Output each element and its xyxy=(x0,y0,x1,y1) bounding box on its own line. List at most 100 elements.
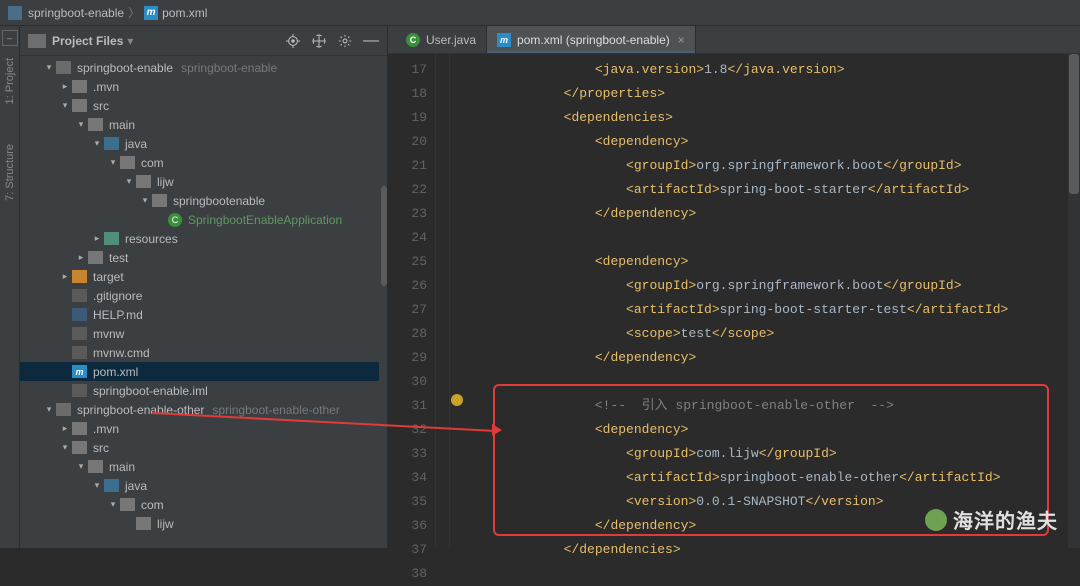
tree-node-label: mvnw.cmd xyxy=(93,346,150,360)
gear-icon[interactable] xyxy=(337,33,353,49)
folder-icon xyxy=(88,251,103,264)
tree-arrow-icon[interactable]: ▾ xyxy=(74,461,88,472)
tree-arrow-icon[interactable]: ▾ xyxy=(122,176,136,187)
tree-arrow-icon[interactable]: ▾ xyxy=(58,442,72,453)
code-line[interactable]: <dependency> xyxy=(470,250,1080,274)
tree-arrow-icon[interactable]: ▾ xyxy=(42,62,56,73)
intention-bulb-icon[interactable] xyxy=(451,394,463,406)
folder-icon xyxy=(152,194,167,207)
tree-node[interactable]: springboot-enable.iml xyxy=(20,381,387,400)
tree-scrollbar[interactable] xyxy=(381,186,387,286)
close-icon[interactable]: × xyxy=(678,33,685,47)
tree-node[interactable]: ▾ springbootenable xyxy=(20,191,387,210)
code-line[interactable]: <!-- 引入 springboot-enable-other --> xyxy=(470,394,1080,418)
tab-pom-xml[interactable]: m pom.xml (springboot-enable) × xyxy=(487,26,696,53)
editor-scrollbar[interactable] xyxy=(1068,54,1080,548)
code-line[interactable]: <artifactId>springboot-enable-other</art… xyxy=(470,466,1080,490)
tree-arrow-icon[interactable]: ▾ xyxy=(74,119,88,130)
tree-node[interactable]: mpom.xml xyxy=(20,362,387,381)
tree-node[interactable]: ▾main xyxy=(20,115,387,134)
code-line[interactable]: </dependency> xyxy=(470,346,1080,370)
folder-icon xyxy=(72,80,87,93)
toolwindow-structure-label[interactable]: 7: Structure xyxy=(4,144,16,201)
tree-node[interactable]: ▾main xyxy=(20,457,387,476)
tree-node[interactable]: ▾ lijw xyxy=(20,172,387,191)
fold-gutter[interactable] xyxy=(436,54,450,548)
tree-node[interactable]: ▾java xyxy=(20,476,387,495)
code-line[interactable] xyxy=(470,226,1080,250)
tree-node-label: lijw xyxy=(157,517,174,531)
tree-arrow-icon[interactable]: ▾ xyxy=(90,480,104,491)
code-line[interactable] xyxy=(470,370,1080,394)
tree-arrow-icon[interactable]: ▸ xyxy=(74,252,88,263)
code-editor[interactable]: 1718192021222324252627282930313233343536… xyxy=(388,54,1080,548)
tree-node[interactable]: ▾src xyxy=(20,438,387,457)
folder-icon xyxy=(72,346,87,359)
tree-node[interactable]: mvnw.cmd xyxy=(20,343,387,362)
code-line[interactable]: <scope>test</scope> xyxy=(470,322,1080,346)
code-body[interactable]: <java.version>1.8</java.version> </prope… xyxy=(464,54,1080,548)
folder-icon xyxy=(72,99,87,112)
tree-node[interactable]: HELP.md xyxy=(20,305,387,324)
tree-node[interactable]: ▸test xyxy=(20,248,387,267)
tree-arrow-icon[interactable]: ▸ xyxy=(58,271,72,282)
tree-node[interactable]: .gitignore xyxy=(20,286,387,305)
tree-node[interactable]: CSpringbootEnableApplication xyxy=(20,210,387,229)
dropdown-icon[interactable]: ▾ xyxy=(127,34,133,48)
code-line[interactable]: </dependency> xyxy=(470,202,1080,226)
breadcrumb-file[interactable]: pom.xml xyxy=(162,6,207,20)
tree-arrow-icon[interactable]: ▸ xyxy=(58,81,72,92)
tree-arrow-icon[interactable]: ▸ xyxy=(90,233,104,244)
code-line[interactable]: <artifactId>spring-boot-starter-test</ar… xyxy=(470,298,1080,322)
expand-icon[interactable] xyxy=(311,33,327,49)
code-line[interactable]: <dependency> xyxy=(470,418,1080,442)
breadcrumb-root[interactable]: springboot-enable xyxy=(28,6,124,20)
tree-arrow-icon[interactable]: ▾ xyxy=(58,100,72,111)
tree-node[interactable]: ▾springboot-enablespringboot-enable xyxy=(20,58,387,77)
locate-icon[interactable] xyxy=(285,33,301,49)
tree-node[interactable]: ▾ java xyxy=(20,134,387,153)
tree-node[interactable]: ▸resources xyxy=(20,229,387,248)
annotation-arrow-head xyxy=(492,424,502,436)
tree-node[interactable]: ▾ com xyxy=(20,153,387,172)
code-line[interactable]: </dependencies> xyxy=(470,538,1080,562)
tree-node[interactable]: ▸target xyxy=(20,267,387,286)
code-line[interactable]: <dependency> xyxy=(470,130,1080,154)
folder-icon xyxy=(88,118,103,131)
tree-node-label: java xyxy=(125,137,147,151)
tree-node-label: lijw xyxy=(157,175,174,189)
code-line[interactable]: <dependencies> xyxy=(470,106,1080,130)
code-line[interactable]: </properties> xyxy=(470,82,1080,106)
code-line[interactable]: <groupId>com.lijw</groupId> xyxy=(470,442,1080,466)
code-line[interactable]: <artifactId>spring-boot-starter</artifac… xyxy=(470,178,1080,202)
tree-node[interactable]: ▾src xyxy=(20,96,387,115)
tree-arrow-icon[interactable]: ▾ xyxy=(138,195,152,206)
tree-arrow-icon[interactable]: ▸ xyxy=(58,423,72,434)
hide-icon[interactable]: — xyxy=(363,33,379,49)
tree-arrow-icon[interactable]: ▾ xyxy=(90,138,104,149)
minimize-toolwindow-icon[interactable]: – xyxy=(2,30,18,46)
tree-node[interactable]: ▸.mvn xyxy=(20,77,387,96)
tree-arrow-icon[interactable]: ▾ xyxy=(106,157,120,168)
folder-icon xyxy=(120,498,135,511)
tree-arrow-icon[interactable]: ▾ xyxy=(42,404,56,415)
project-tree[interactable]: ▾springboot-enablespringboot-enable▸.mvn… xyxy=(20,56,387,548)
tool-strip-left: – 1: Project 7: Structure xyxy=(0,26,20,548)
folder-icon xyxy=(104,137,119,150)
code-line[interactable]: <groupId>org.springframework.boot</group… xyxy=(470,274,1080,298)
folder-icon xyxy=(72,441,87,454)
tree-arrow-icon[interactable]: ▾ xyxy=(106,499,120,510)
tree-node-label: com xyxy=(141,156,164,170)
code-line[interactable]: <groupId>org.springframework.boot</group… xyxy=(470,154,1080,178)
code-line[interactable] xyxy=(470,562,1080,586)
tab-user-java[interactable]: C User.java xyxy=(396,26,487,53)
folder-icon xyxy=(120,156,135,169)
tree-node[interactable]: lijw xyxy=(20,514,387,533)
tree-node[interactable]: mvnw xyxy=(20,324,387,343)
tree-node[interactable]: ▾com xyxy=(20,495,387,514)
toolwindow-project-label[interactable]: 1: Project xyxy=(4,58,16,104)
folder-icon xyxy=(72,308,87,321)
project-panel-title[interactable]: Project Files xyxy=(52,34,123,48)
tree-node-label: springbootenable xyxy=(173,194,265,208)
code-line[interactable]: <java.version>1.8</java.version> xyxy=(470,58,1080,82)
